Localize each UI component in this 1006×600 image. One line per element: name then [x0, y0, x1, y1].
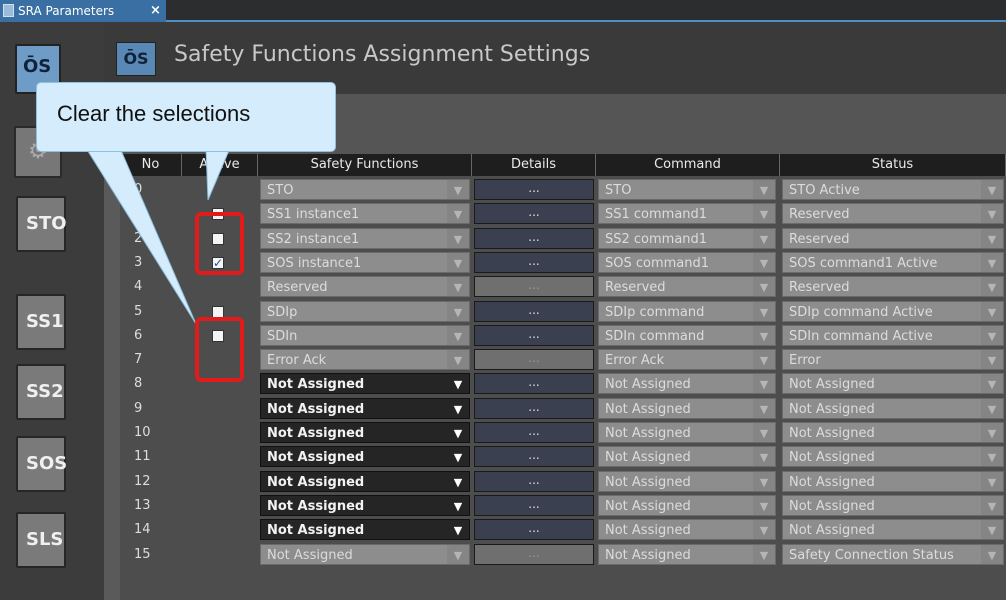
highlight-box-rows-5-6: [195, 317, 244, 382]
highlight-box-rows-1-2: [195, 212, 244, 275]
callout-tooltip: Clear the selections: [36, 82, 336, 152]
callout-text: Clear the selections: [57, 101, 251, 126]
